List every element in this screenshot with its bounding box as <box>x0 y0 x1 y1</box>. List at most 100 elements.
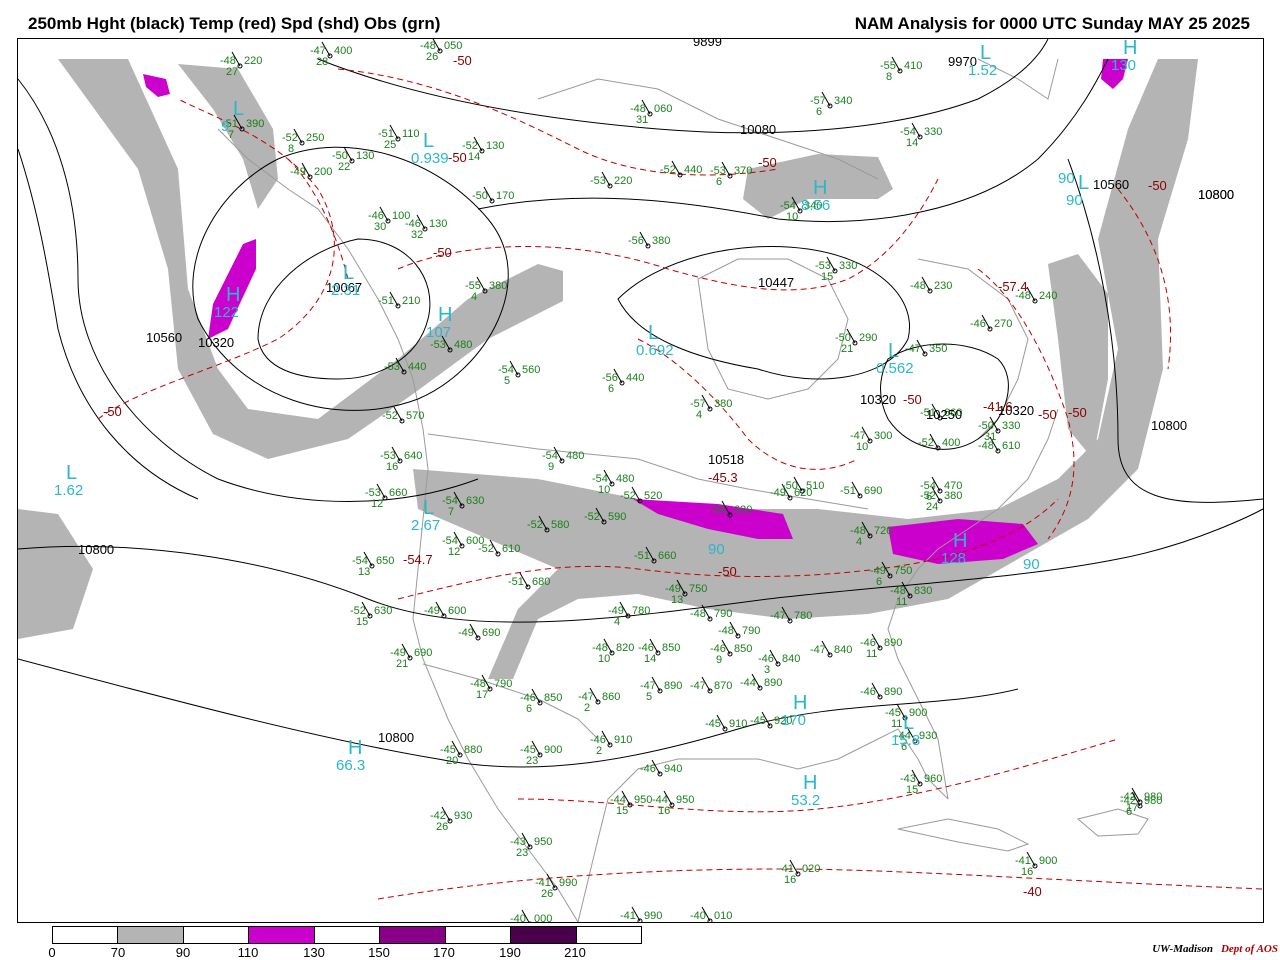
speed-color-legend <box>52 926 642 944</box>
obs-height: 950 <box>634 794 652 806</box>
obs-temperature: -45 <box>750 715 766 727</box>
temperature-label: -45.3 <box>708 470 738 485</box>
obs-dewpoint-depression: 27 <box>226 66 238 78</box>
high-center-letter: H <box>953 530 967 552</box>
low-center-letter: L <box>1078 172 1089 194</box>
station-plot: -52 570 <box>382 406 424 424</box>
obs-dewpoint-depression: 23 <box>516 847 528 859</box>
obs-height: 750 <box>689 583 707 595</box>
legend-tick: 210 <box>564 945 586 960</box>
obs-temperature: -40 <box>690 910 706 922</box>
height-label: 10320 <box>860 392 896 407</box>
legend-tick: 70 <box>110 945 126 960</box>
low-center-letter: L <box>980 42 991 64</box>
obs-height: 330 <box>839 260 857 272</box>
obs-height: 660 <box>658 550 676 562</box>
station-plot: -45 910 <box>705 714 747 732</box>
temperature-label: -50 <box>448 150 467 165</box>
jet-shading-atlantic <box>1048 254 1108 459</box>
temperature-label: -57.4 <box>998 279 1028 294</box>
obs-height: 890 <box>884 637 902 649</box>
station-plot: -53 220 <box>590 171 632 189</box>
legend-tick: 190 <box>499 945 521 960</box>
station-plot: -54 33014 <box>900 122 942 149</box>
obs-height: 910 <box>614 734 632 746</box>
station-plot: -47 840 <box>810 640 852 658</box>
obs-height: 560 <box>522 364 540 376</box>
low-center-letter: L <box>343 262 354 284</box>
temperature-label: -50 <box>433 245 452 260</box>
station-plot: -46 85014 <box>638 638 680 665</box>
obs-height: 840 <box>834 644 852 656</box>
pressure-center: H170 <box>781 692 807 729</box>
obs-height: 350 <box>929 343 947 355</box>
obs-height: 060 <box>654 103 672 115</box>
obs-height: 210 <box>402 295 420 307</box>
station-plot: -57 3804 <box>690 394 732 421</box>
obs-temperature: -46 <box>860 686 876 698</box>
station-plot: -48 790 <box>718 621 760 639</box>
station-plot: -48 230 <box>910 276 952 294</box>
obs-height: 220 <box>614 175 632 187</box>
obs-height: 690 <box>414 647 432 659</box>
height-label: 10800 <box>78 542 114 557</box>
obs-height: 680 <box>532 576 550 588</box>
station-plot: -54 5605 <box>498 360 540 387</box>
obs-dewpoint-depression: 10 <box>598 653 610 665</box>
obs-dewpoint-depression: 4 <box>856 536 862 548</box>
temp-contour-minus50-north <box>337 68 779 176</box>
obs-dewpoint-depression: 21 <box>396 658 408 670</box>
height-contour-hudson-ridge <box>617 246 910 380</box>
obs-height: 380 <box>944 490 962 502</box>
obs-height: 790 <box>494 678 512 690</box>
obs-height: 960 <box>924 773 942 785</box>
station-plot: -41 90016 <box>1015 851 1057 878</box>
obs-height: 790 <box>742 625 760 637</box>
obs-temperature: -49 <box>458 627 474 639</box>
obs-height: 950 <box>534 836 552 848</box>
station-plot: -49 7804 <box>608 601 650 628</box>
height-contour-10800-gulf <box>18 658 1019 768</box>
temperature-label: -50 <box>1038 407 1057 422</box>
obs-height: 580 <box>551 519 569 531</box>
obs-dewpoint-depression: 16 <box>1021 866 1033 878</box>
obs-height: 000 <box>534 913 552 922</box>
obs-dewpoint-depression: 14 <box>906 137 918 149</box>
legend-segment <box>249 927 315 943</box>
low-center-letter: L <box>66 462 77 484</box>
obs-dewpoint-depression: 8 <box>288 143 294 155</box>
obs-dewpoint-depression: 15 <box>616 805 628 817</box>
station-plot: -50 29021 <box>835 328 877 355</box>
obs-height: 610 <box>502 543 520 555</box>
obs-height: 720 <box>874 525 892 537</box>
obs-height: 440 <box>626 372 644 384</box>
obs-height: 130 <box>356 150 374 162</box>
station-plot: -53 66012 <box>365 483 407 510</box>
obs-height: 130 <box>429 218 447 230</box>
station-plot: -48 82010 <box>592 638 634 665</box>
obs-temperature: -49 <box>290 166 306 178</box>
pressure-center: H53.2 <box>791 772 820 809</box>
center-value: 0.939 <box>411 150 449 167</box>
obs-height: 510 <box>806 480 824 492</box>
obs-temperature: -52 <box>660 164 676 176</box>
obs-temperature: -46 <box>970 318 986 330</box>
station-plot: -41 02016 <box>778 859 820 886</box>
obs-dewpoint-depression: 14 <box>468 151 480 163</box>
obs-height: 900 <box>544 744 562 756</box>
station-plot: -42 9806 <box>1120 791 1162 818</box>
obs-height: 170 <box>496 190 514 202</box>
station-plot: -52 400 <box>918 433 960 451</box>
obs-height: 630 <box>734 504 752 516</box>
obs-height: 690 <box>482 627 500 639</box>
obs-dewpoint-depression: 16 <box>784 874 796 886</box>
high-center-letter: H <box>438 304 452 326</box>
obs-dewpoint-depression: 12 <box>371 498 383 510</box>
obs-temperature: -48 <box>718 625 734 637</box>
obs-temperature: -48 <box>910 280 926 292</box>
obs-dewpoint-depression: 15 <box>821 271 833 283</box>
obs-temperature: -51 <box>840 485 856 497</box>
obs-height: 780 <box>794 610 812 622</box>
obs-height: 780 <box>632 605 650 617</box>
station-plot: -46 13032 <box>405 214 447 241</box>
